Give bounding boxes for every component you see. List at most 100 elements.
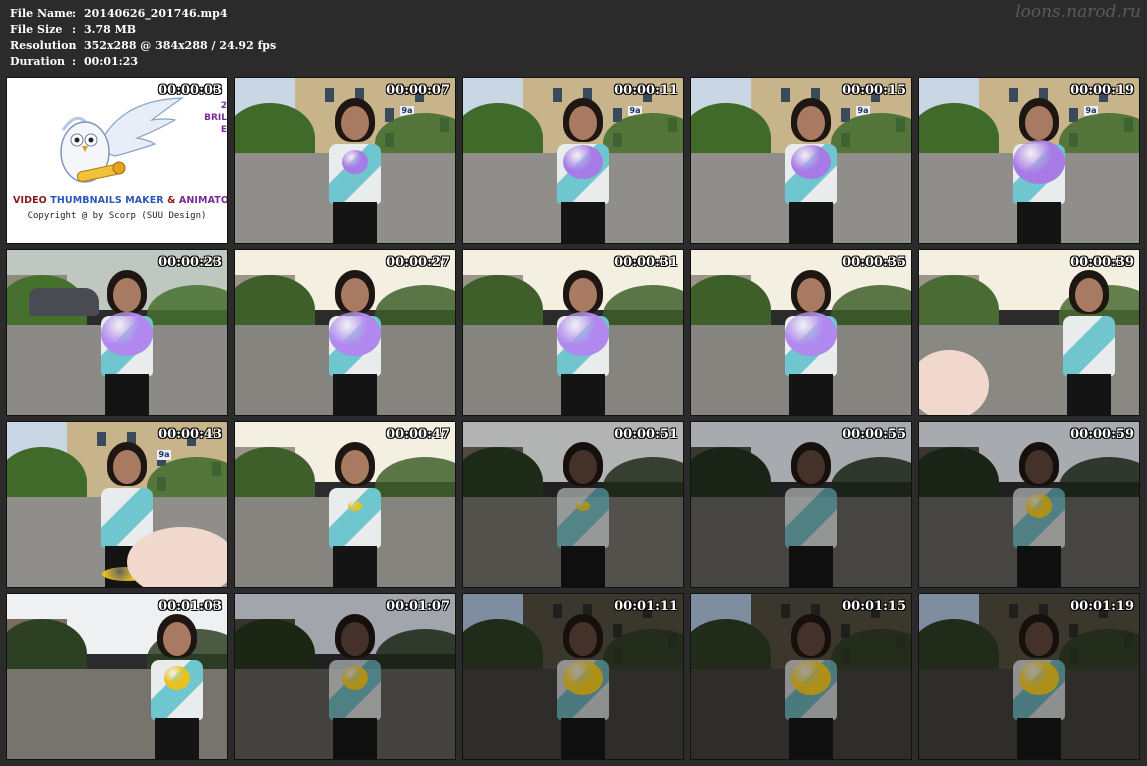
thumbnail-frame[interactable]: 00:01:07 bbox=[234, 593, 456, 760]
girl-pants bbox=[105, 374, 149, 415]
file-info-row-name: File Name : 20140626_201746.mp4 bbox=[10, 6, 276, 22]
girl-pants bbox=[1067, 374, 1111, 415]
girl-head bbox=[569, 278, 597, 312]
timestamp-label: 00:00:35 bbox=[842, 255, 906, 270]
file-size-value: 3.78 MB bbox=[84, 23, 137, 36]
resolution-label: Resolution bbox=[10, 39, 77, 52]
duration-label: Duration bbox=[10, 55, 66, 68]
file-info-table: File Name : 20140626_201746.mp4 File Siz… bbox=[10, 6, 276, 70]
owl-logo-icon bbox=[60, 97, 184, 183]
thumbnail-frame[interactable]: 9a 00:00:07 bbox=[234, 77, 456, 244]
balloon bbox=[791, 145, 831, 179]
timestamp-label: 00:00:27 bbox=[386, 255, 450, 270]
timestamp-label: 00:00:03 bbox=[158, 83, 222, 98]
timestamp-label: 00:00:11 bbox=[614, 83, 678, 98]
timestamp-label: 00:01:03 bbox=[158, 599, 222, 614]
balloon bbox=[348, 501, 362, 511]
logo-title-part: ANIMATOR bbox=[178, 195, 227, 206]
girl-pants bbox=[155, 718, 199, 759]
timestamp-label: 00:00:39 bbox=[1070, 255, 1134, 270]
girl-pants bbox=[333, 546, 377, 587]
girl-shirt bbox=[1063, 316, 1115, 376]
girl-pants bbox=[561, 374, 605, 415]
timestamp-label: 00:00:31 bbox=[614, 255, 678, 270]
balloon bbox=[563, 145, 603, 179]
balloon bbox=[101, 312, 153, 356]
thumbnail-frame[interactable]: 00:00:39 bbox=[918, 249, 1140, 416]
dark-overlay bbox=[463, 594, 683, 759]
thumbnail-grid: 2 BRIL E VIDEO THUMBNAILS MAKER & ANIMAT… bbox=[6, 77, 1142, 761]
thumbnail-frame[interactable]: 00:00:31 bbox=[462, 249, 684, 416]
thumbnail-frame[interactable]: 9a 00:00:19 bbox=[918, 77, 1140, 244]
timestamp-label: 00:00:07 bbox=[386, 83, 450, 98]
file-size-label: File Size bbox=[10, 23, 63, 36]
girl-head bbox=[569, 106, 597, 140]
timestamp-label: 00:00:19 bbox=[1070, 83, 1134, 98]
girl-pants bbox=[789, 374, 833, 415]
timestamp-label: 00:01:07 bbox=[386, 599, 450, 614]
logo-title-part: & bbox=[163, 195, 179, 206]
thumbnail-frame[interactable]: 2 BRIL E VIDEO THUMBNAILS MAKER & ANIMAT… bbox=[6, 77, 228, 244]
thumbnail-frame[interactable]: 9a 00:00:43 bbox=[6, 421, 228, 588]
duration-value: 00:01:23 bbox=[84, 55, 139, 68]
girl-shirt bbox=[329, 488, 381, 548]
dark-overlay bbox=[919, 422, 1139, 587]
separator: : bbox=[72, 55, 77, 68]
logo-side-line: BRIL bbox=[204, 113, 227, 123]
girl-figure bbox=[1049, 270, 1129, 415]
thumbnail-frame[interactable]: 9a 00:00:11 bbox=[462, 77, 684, 244]
girl-head bbox=[341, 450, 369, 484]
timestamp-label: 00:00:47 bbox=[386, 427, 450, 442]
thumbnail-frame[interactable]: 00:00:27 bbox=[234, 249, 456, 416]
file-info-header: File Name : 20140626_201746.mp4 File Siz… bbox=[0, 0, 1147, 76]
logo-title-part: VIDEO bbox=[13, 195, 51, 206]
thumbnail-frame[interactable]: 9a 00:00:15 bbox=[690, 77, 912, 244]
dark-overlay bbox=[691, 594, 911, 759]
girl-head bbox=[113, 278, 141, 312]
logo-title-part: THUMBNAILS MAKER bbox=[50, 195, 164, 206]
girl-pants bbox=[333, 374, 377, 415]
girl-head bbox=[1025, 106, 1053, 140]
file-name-label: File Name bbox=[10, 7, 73, 20]
thumbnail-frame[interactable]: 00:00:35 bbox=[690, 249, 912, 416]
separator: : bbox=[72, 39, 77, 52]
timestamp-label: 00:00:55 bbox=[842, 427, 906, 442]
girl-pants bbox=[333, 202, 377, 243]
balloon bbox=[557, 312, 609, 356]
logo-side-line: 2 bbox=[220, 101, 227, 111]
file-name-value: 20140626_201746.mp4 bbox=[84, 7, 228, 20]
thumbnail-frame[interactable]: 00:01:11 bbox=[462, 593, 684, 760]
thumbnail-frame[interactable]: 00:00:23 bbox=[6, 249, 228, 416]
thumbnail-frame[interactable]: 00:01:19 bbox=[918, 593, 1140, 760]
girl-head bbox=[341, 106, 369, 140]
thumbnail-frame[interactable]: 00:00:47 bbox=[234, 421, 456, 588]
logo-side-text: 2 BRIL E bbox=[199, 100, 227, 136]
girl-head bbox=[163, 622, 191, 656]
balloon bbox=[1013, 140, 1065, 184]
logo-side-line: E bbox=[220, 125, 227, 135]
thumbnail-frame[interactable]: 00:00:51 bbox=[462, 421, 684, 588]
girl-head bbox=[113, 450, 141, 484]
girl-head bbox=[797, 106, 825, 140]
girl-pants bbox=[561, 202, 605, 243]
file-info-row-resolution: Resolution : 352x288 @ 384x288 / 24.92 f… bbox=[10, 38, 276, 54]
logo-title: VIDEO THUMBNAILS MAKER & ANIMATOR bbox=[13, 195, 227, 206]
girl-figure bbox=[315, 442, 395, 587]
girl-pants bbox=[789, 202, 833, 243]
separator: : bbox=[72, 7, 77, 20]
thumbnail-frame[interactable]: 00:00:59 bbox=[918, 421, 1140, 588]
dark-overlay bbox=[919, 594, 1139, 759]
timestamp-label: 00:01:19 bbox=[1070, 599, 1134, 614]
separator: : bbox=[72, 23, 77, 36]
thumbnail-frame[interactable]: 00:01:15 bbox=[690, 593, 912, 760]
watermark-text: loons.narod.ru bbox=[1015, 2, 1141, 22]
timestamp-label: 00:00:59 bbox=[1070, 427, 1134, 442]
dark-overlay bbox=[463, 422, 683, 587]
thumbnail-frame[interactable]: 00:01:03 bbox=[6, 593, 228, 760]
girl-head bbox=[797, 278, 825, 312]
file-info-row-duration: Duration : 00:01:23 bbox=[10, 54, 276, 70]
balloon bbox=[329, 312, 381, 356]
thumbnail-frame[interactable]: 00:00:55 bbox=[690, 421, 912, 588]
timestamp-label: 00:01:11 bbox=[614, 599, 678, 614]
dark-overlay bbox=[235, 594, 455, 759]
